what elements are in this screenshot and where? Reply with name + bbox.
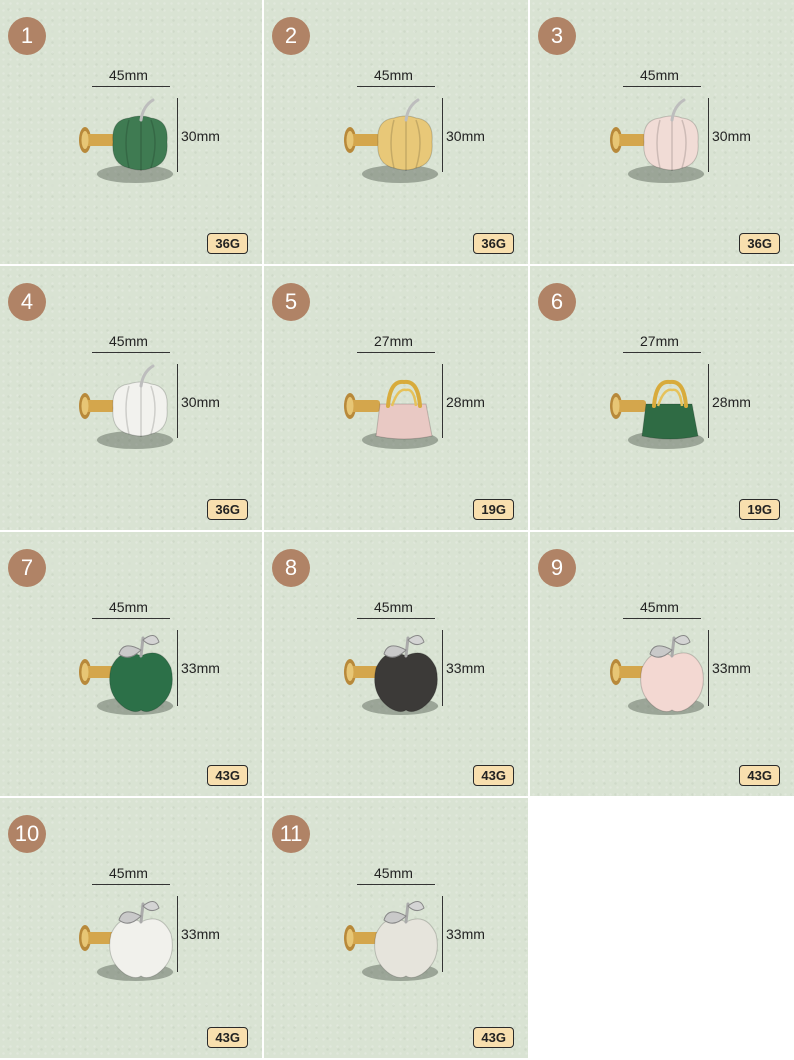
width-dimension-label: 27mm [640, 333, 679, 349]
item-number-badge: 4 [8, 283, 46, 321]
width-dimension-label: 45mm [374, 599, 413, 615]
width-dimension-line [623, 86, 701, 87]
product-card[interactable]: 10 45mm 33mm 43G [0, 798, 262, 1058]
width-dimension-label: 45mm [109, 333, 148, 349]
item-number-badge: 8 [272, 549, 310, 587]
product-card[interactable]: 1 45mm 30mm 36G [0, 0, 262, 264]
weight-badge: 43G [207, 1027, 248, 1048]
width-dimension-label: 27mm [374, 333, 413, 349]
item-number-badge: 10 [8, 815, 46, 853]
product-image [79, 98, 173, 183]
product-grid: 1 45mm 30mm 36G 2 45mm 30mm 36G 3 45mm 30mm 36G 4 45m… [0, 0, 794, 1060]
product-image [610, 635, 704, 715]
product-card[interactable]: 5 27mm 28mm 19G [264, 266, 528, 530]
weight-badge: 43G [473, 1027, 514, 1048]
width-dimension-label: 45mm [640, 67, 679, 83]
weight-badge: 19G [739, 499, 780, 520]
product-card[interactable]: 4 45mm 30mm 36G [0, 266, 262, 530]
width-dimension-label: 45mm [109, 67, 148, 83]
weight-badge: 36G [207, 499, 248, 520]
product-image [79, 635, 173, 715]
pumpkin-figure [112, 364, 168, 437]
product-image [344, 635, 438, 715]
width-dimension-line [357, 884, 435, 885]
weight-badge: 36G [739, 233, 780, 254]
brass-hook-base [344, 393, 380, 419]
width-dimension-line [92, 884, 170, 885]
weight-badge: 36G [207, 233, 248, 254]
product-card[interactable]: 6 27mm 28mm 19G [530, 266, 794, 530]
product-card[interactable]: 2 45mm 30mm 36G [264, 0, 528, 264]
item-number-badge: 3 [538, 17, 576, 55]
width-dimension-line [357, 352, 435, 353]
product-card[interactable]: 3 45mm 30mm 36G [530, 0, 794, 264]
pumpkin-figure [643, 98, 699, 171]
brass-hook-base [610, 393, 646, 419]
pumpkin-figure [377, 98, 433, 171]
apple-figure [640, 635, 704, 713]
product-image [344, 901, 438, 981]
item-number-badge: 5 [272, 283, 310, 321]
weight-badge: 36G [473, 233, 514, 254]
bag-figure [641, 379, 699, 440]
apple-figure [374, 901, 438, 979]
width-dimension-line [92, 86, 170, 87]
product-card[interactable]: 8 45mm 33mm 43G [264, 532, 528, 796]
product-image [610, 98, 704, 183]
product-image [344, 379, 438, 449]
item-number-badge: 1 [8, 17, 46, 55]
width-dimension-label: 45mm [374, 865, 413, 881]
weight-badge: 19G [473, 499, 514, 520]
item-number-badge: 11 [272, 815, 310, 853]
apple-figure [109, 635, 173, 713]
width-dimension-line [357, 618, 435, 619]
product-card[interactable]: 9 45mm 33mm 43G [530, 532, 794, 796]
brass-hook-base [79, 127, 115, 153]
width-dimension-label: 45mm [640, 599, 679, 615]
product-card[interactable]: 7 45mm 33mm 43G [0, 532, 262, 796]
pumpkin-figure [112, 98, 168, 171]
item-number-badge: 7 [8, 549, 46, 587]
width-dimension-line [623, 352, 701, 353]
width-dimension-label: 45mm [109, 599, 148, 615]
brass-hook-base [344, 127, 380, 153]
item-number-badge: 6 [538, 283, 576, 321]
product-image [79, 364, 173, 449]
weight-badge: 43G [473, 765, 514, 786]
brass-hook-base [610, 127, 646, 153]
width-dimension-label: 45mm [374, 67, 413, 83]
apple-figure [374, 635, 438, 713]
width-dimension-label: 45mm [109, 865, 148, 881]
width-dimension-line [357, 86, 435, 87]
width-dimension-line [92, 352, 170, 353]
brass-hook-base [79, 393, 115, 419]
product-image [610, 379, 704, 449]
item-number-badge: 2 [272, 17, 310, 55]
product-image [79, 901, 173, 981]
width-dimension-line [92, 618, 170, 619]
product-image [344, 98, 438, 183]
product-card[interactable]: 11 45mm 33mm 43G [264, 798, 528, 1058]
apple-figure [109, 901, 173, 979]
width-dimension-line [623, 618, 701, 619]
item-number-badge: 9 [538, 549, 576, 587]
weight-badge: 43G [739, 765, 780, 786]
weight-badge: 43G [207, 765, 248, 786]
bag-figure [375, 379, 433, 440]
